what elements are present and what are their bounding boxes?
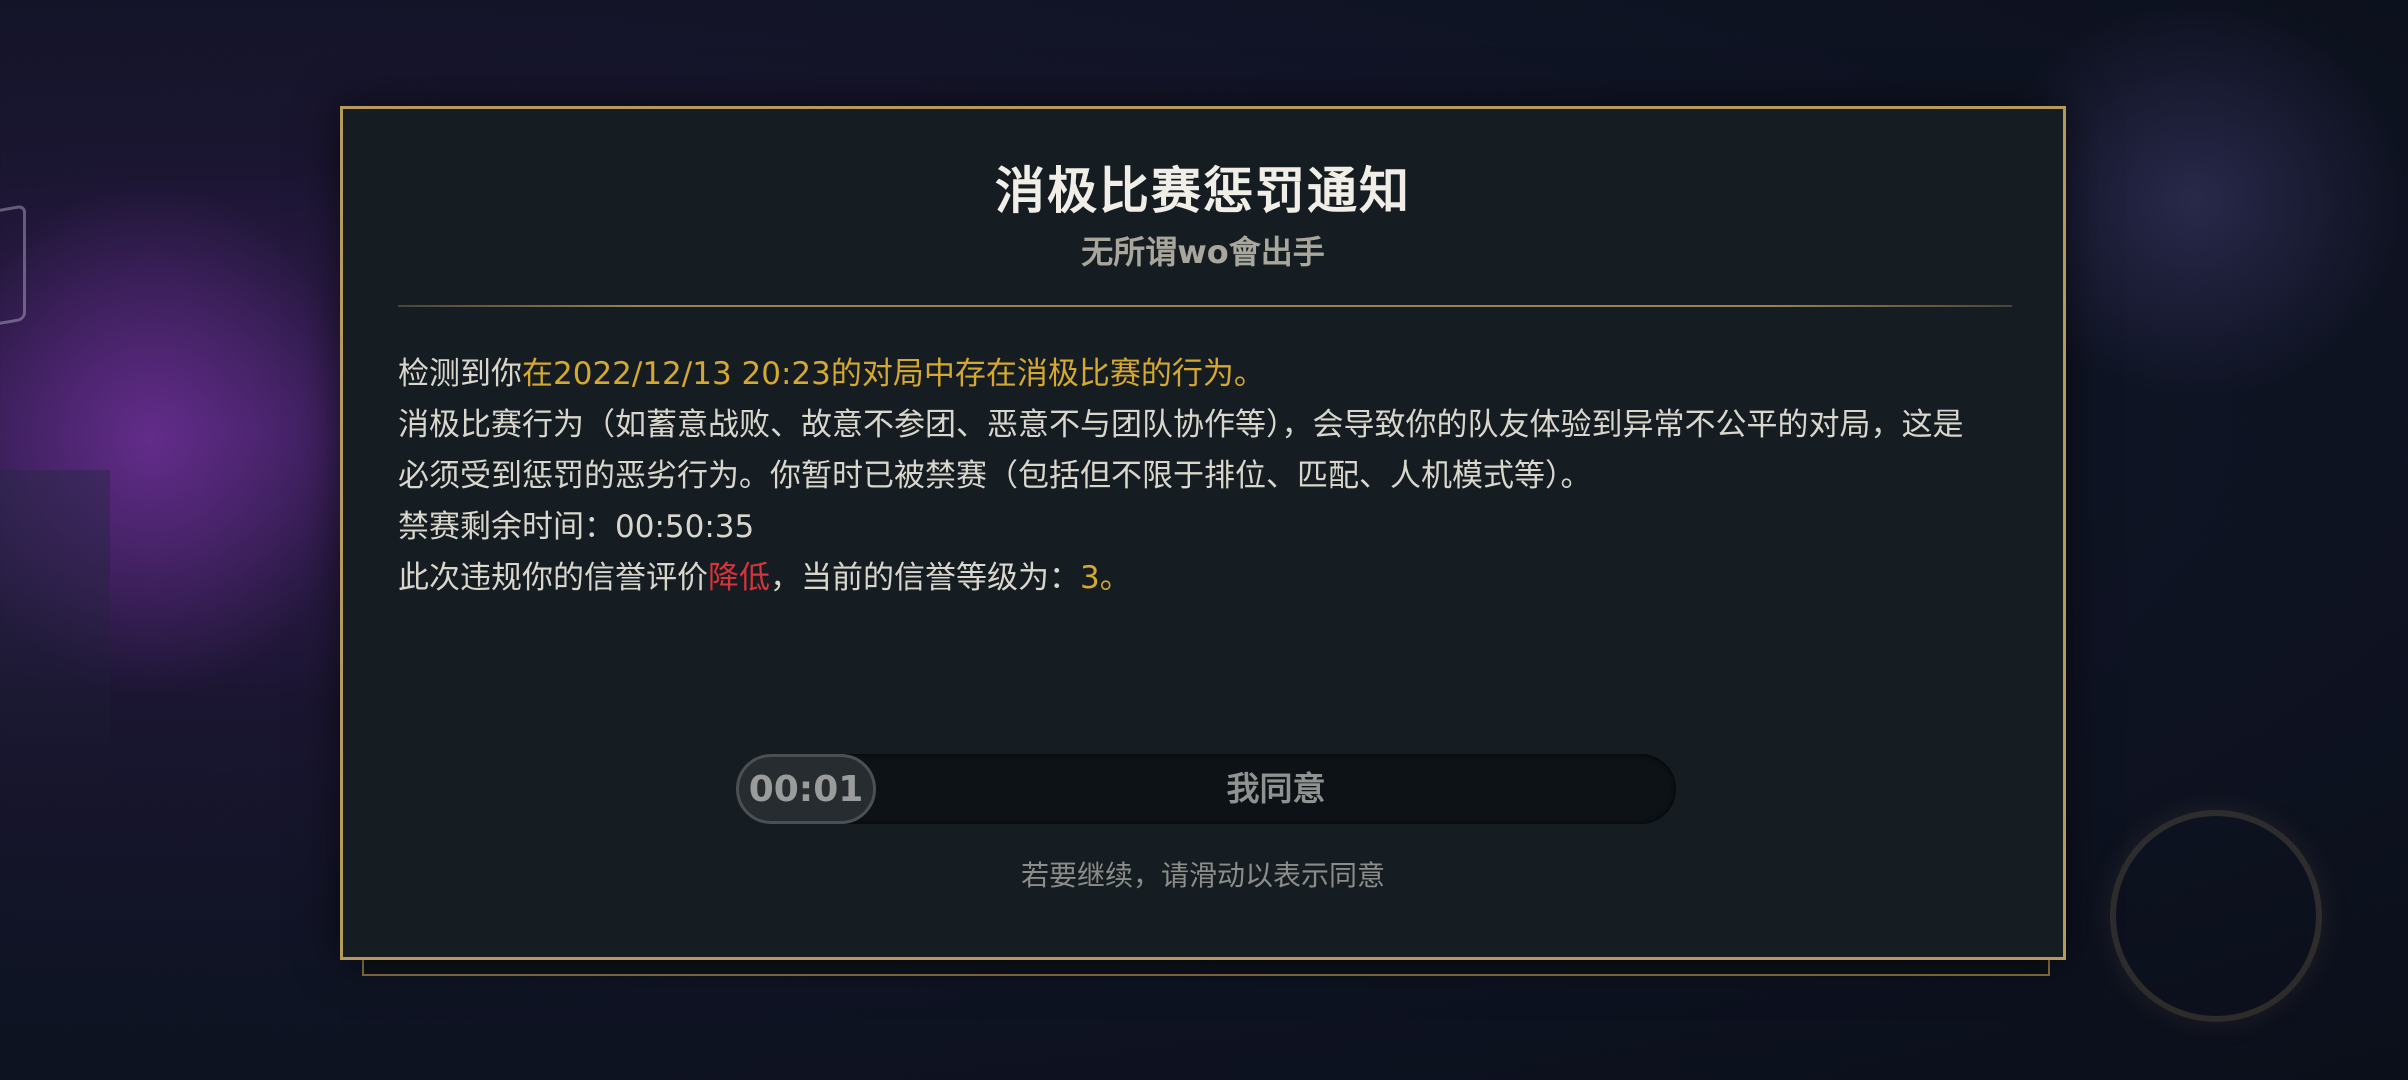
behavior-description-line-2: 必须受到惩罚的恶劣行为。你暂时已被禁赛（包括但不限于排位、匹配、人机模式等）。 [398, 458, 1592, 494]
agree-label: 我同意 [1226, 769, 1326, 808]
detection-match-info: 在2022/12/13 20:23的对局中存在消极比赛的行为。 [522, 356, 1265, 392]
slide-hint: 若要继续，请滑动以表示同意 [1020, 859, 1385, 892]
agree-slider[interactable]: 00:01 我同意 [736, 754, 1676, 824]
title-divider [398, 305, 2012, 307]
background-ring-icon [2110, 810, 2322, 1022]
credit-prefix: 此次违规你的信誉评价 [398, 560, 708, 596]
notice-body: 检测到你在2022/12/13 20:23的对局中存在消极比赛的行为。 消极比赛… [398, 349, 2018, 604]
ban-remaining-time: 禁赛剩余时间：00:50:35 [398, 509, 755, 545]
background-hexagon-icon [0, 204, 26, 332]
penalty-notice-dialog: 消极比赛惩罚通知 无所谓wo會出手 检测到你在2022/12/13 20:23的… [340, 106, 2066, 960]
background-side-panel [0, 470, 110, 810]
slider-knob-countdown[interactable]: 00:01 [736, 754, 876, 824]
credit-change: 降低 [708, 560, 770, 596]
dialog-title: 消极比赛惩罚通知 [995, 162, 1411, 220]
player-name: 无所谓wo會出手 [1081, 233, 1325, 271]
detection-line: 检测到你在2022/12/13 20:23的对局中存在消极比赛的行为。 [398, 349, 2018, 400]
detection-prefix: 检测到你 [398, 356, 522, 392]
credit-middle: ，当前的信誉等级为： [770, 560, 1080, 596]
credit-line: 此次违规你的信誉评价降低，当前的信誉等级为：3。 [398, 553, 2018, 604]
behavior-description-line-1: 消极比赛行为（如蓄意战败、故意不参团、恶意不与团队协作等），会导致你的队友体验到… [398, 407, 1964, 443]
credit-level: 3 [1080, 560, 1100, 596]
credit-suffix: 。 [1099, 560, 1131, 596]
